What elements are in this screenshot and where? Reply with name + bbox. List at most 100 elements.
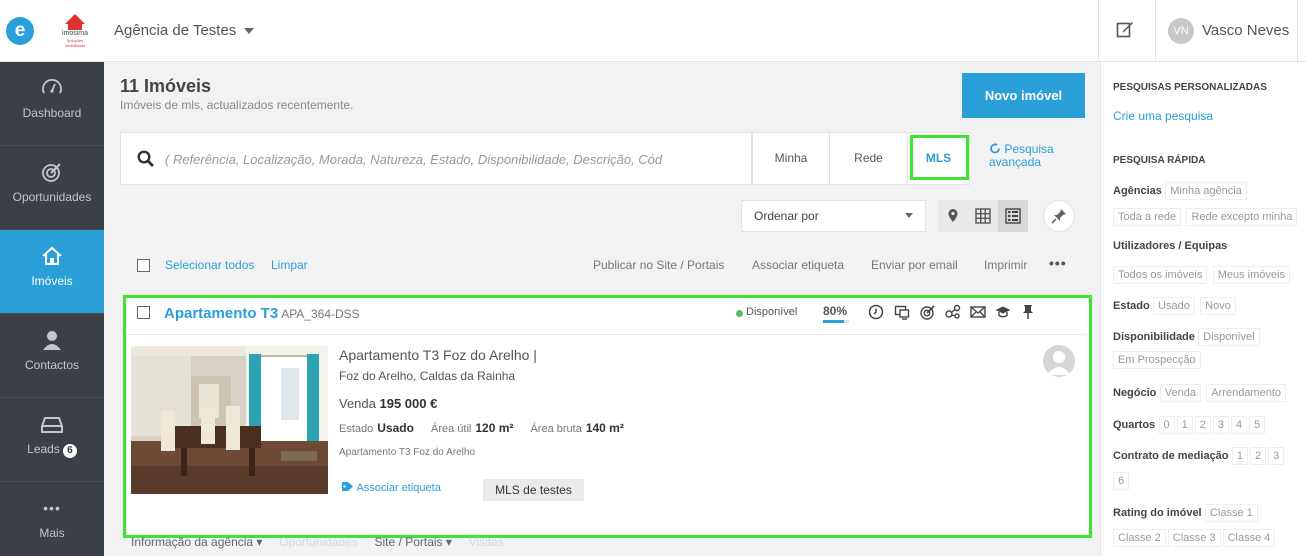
send-email-action[interactable]: Enviar por email xyxy=(871,258,958,272)
sidebar-item-dashboard[interactable]: Dashboard xyxy=(0,62,104,146)
sidebar-nav: Dashboard Oportunidades Imóveis Contacto… xyxy=(0,62,104,556)
filter-chip[interactable]: Classe 3 xyxy=(1167,529,1221,547)
filter-chip[interactable]: Arrendamento xyxy=(1206,384,1287,402)
search-icon xyxy=(137,150,154,167)
create-search-link[interactable]: Crie uma pesquisa xyxy=(1113,109,1213,123)
filter-chip[interactable]: Novo xyxy=(1200,297,1236,315)
filter-availability: Disponibilidade Disponível xyxy=(1113,328,1262,346)
filter-chip[interactable]: 6 xyxy=(1113,472,1130,490)
agency-selector[interactable]: Agência de Testes xyxy=(114,22,255,39)
filter-label: Quartos xyxy=(1113,419,1156,431)
filter-chip[interactable]: 3 xyxy=(1212,416,1230,434)
leads-count-badge: 6 xyxy=(62,444,77,458)
filter-contract: Contrato de mediação 123 xyxy=(1113,447,1286,465)
sidebar-item-mais[interactable]: ••• Mais xyxy=(0,482,104,556)
divider xyxy=(1155,0,1156,62)
filter-chip[interactable]: 3 xyxy=(1268,447,1285,465)
filter-label: Negócio xyxy=(1113,387,1157,399)
filter-chip[interactable]: 5 xyxy=(1249,416,1266,434)
filter-chip[interactable]: 1 xyxy=(1176,416,1193,434)
card-highlight xyxy=(123,295,1092,538)
leads-label: Leads xyxy=(27,442,60,456)
filter-chip[interactable]: 0 xyxy=(1158,416,1175,434)
new-property-button[interactable]: Novo imóvel xyxy=(962,73,1085,118)
filter-chip[interactable]: Toda a rede xyxy=(1113,208,1182,226)
filter-chip[interactable]: Meus imóveis xyxy=(1212,266,1290,284)
filter-chip[interactable]: Disponível xyxy=(1198,328,1260,346)
advanced-search-link[interactable]: Pesquisa avançada xyxy=(989,143,1054,169)
sidebar-item-label: Contactos xyxy=(24,358,80,372)
agency-logo-name: imosima xyxy=(61,30,89,37)
filters-sidebar: PESQUISAS PERSONALIZADAS Crie uma pesqui… xyxy=(1100,62,1307,556)
filter-chip[interactable]: Em Prospecção xyxy=(1113,351,1201,369)
scope-tab-rede[interactable]: Rede xyxy=(830,132,908,185)
inbox-icon xyxy=(41,417,63,433)
custom-searches-title: PESQUISAS PERSONALIZADAS xyxy=(1113,82,1267,93)
grid-icon xyxy=(975,208,991,224)
app-logo[interactable]: e xyxy=(6,17,34,45)
sidebar-item-label: Leads 6 xyxy=(0,442,104,458)
filter-label: Rating do imóvel xyxy=(1113,507,1202,519)
search-input[interactable] xyxy=(165,147,745,171)
print-action[interactable]: Imprimir xyxy=(984,258,1027,272)
divider xyxy=(1098,0,1099,62)
sort-select[interactable]: Ordenar por xyxy=(741,200,926,232)
filter-contract-row2: 6 xyxy=(1113,472,1131,490)
associate-tag-action[interactable]: Associar etiqueta xyxy=(752,258,844,272)
sidebar-item-contactos[interactable]: Contactos xyxy=(0,314,104,398)
scope-tab-minha[interactable]: Minha xyxy=(752,132,830,185)
filter-chip[interactable]: Classe 2 xyxy=(1113,529,1166,547)
filter-chip[interactable]: 2 xyxy=(1194,416,1211,434)
filter-chip[interactable]: Minha agência xyxy=(1165,182,1247,200)
select-all-link[interactable]: Selecionar todos xyxy=(165,258,254,272)
filter-label: Disponibilidade xyxy=(1113,331,1195,343)
filter-chip[interactable]: Classe 1 xyxy=(1204,504,1258,522)
select-all-checkbox[interactable] xyxy=(137,259,150,272)
list-view-button[interactable] xyxy=(998,200,1028,232)
filter-chip[interactable]: 1 xyxy=(1231,447,1248,465)
sidebar-item-oportunidades[interactable]: Oportunidades xyxy=(0,146,104,230)
advanced-search-label: Pesquisa xyxy=(1004,142,1054,156)
filter-chip[interactable]: Usado xyxy=(1153,297,1195,315)
filter-chip[interactable]: Rede excepto minha xyxy=(1186,208,1298,226)
top-bar: e imosima Soluções Imobiliárias Agência … xyxy=(0,0,1307,62)
clear-link[interactable]: Limpar xyxy=(271,258,308,272)
filter-rooms: Quartos 012345 xyxy=(1113,416,1267,434)
pin-button[interactable] xyxy=(1043,200,1075,232)
caret-down-icon xyxy=(244,28,255,35)
target-icon xyxy=(42,163,61,182)
filter-label: Contrato de mediação xyxy=(1113,450,1229,462)
quick-search-title: PESQUISA RÁPIDA xyxy=(1113,155,1206,166)
filter-chip[interactable]: 4 xyxy=(1231,416,1248,434)
sidebar-item-label: Dashboard xyxy=(22,106,82,120)
filter-chip[interactable]: Todos os imóveis xyxy=(1113,266,1208,284)
user-name[interactable]: Vasco Neves xyxy=(1202,22,1289,39)
filter-rating-row2: Classe 2 Classe 3 Classe 4 xyxy=(1113,529,1277,547)
page-title: 11 Imóveis xyxy=(120,76,212,96)
user-avatar[interactable]: VN xyxy=(1168,18,1194,44)
site-portals-tab[interactable]: Site / Portais ▾ xyxy=(375,535,452,549)
filter-availability-row2: Em Prospecção xyxy=(1113,351,1203,369)
sidebar-item-imoveis[interactable]: Imóveis xyxy=(0,230,104,314)
more-actions-button[interactable]: ••• xyxy=(1049,255,1067,271)
agency-info-tab[interactable]: Informação da agência ▾ xyxy=(131,535,262,549)
sidebar-item-leads[interactable]: Leads 6 xyxy=(0,398,104,482)
more-icon: ••• xyxy=(43,500,61,516)
pushpin-icon xyxy=(1051,209,1066,224)
card-footer: Informação da agência ▾ Oportunidades Si… xyxy=(131,535,504,549)
edit-icon[interactable] xyxy=(1116,20,1134,38)
filter-chip[interactable]: 2 xyxy=(1250,447,1267,465)
map-view-button[interactable] xyxy=(938,200,968,232)
page-subtitle: Imóveis de mls, actualizados recentement… xyxy=(120,98,354,112)
grid-view-button[interactable] xyxy=(968,200,998,232)
opportunities-tab[interactable]: Oportunidades xyxy=(279,535,358,549)
publish-action[interactable]: Publicar no Site / Portais xyxy=(593,258,724,272)
search-box xyxy=(120,132,752,185)
sidebar-item-label: Imóveis xyxy=(31,274,73,288)
sidebar-item-label: Mais xyxy=(39,526,65,540)
filter-chip[interactable]: Classe 4 xyxy=(1222,529,1276,547)
filter-chip[interactable]: Venda xyxy=(1159,384,1201,402)
person-icon xyxy=(43,331,61,350)
filter-label: Estado xyxy=(1113,300,1150,312)
visits-tab[interactable]: Visitas xyxy=(469,535,504,549)
